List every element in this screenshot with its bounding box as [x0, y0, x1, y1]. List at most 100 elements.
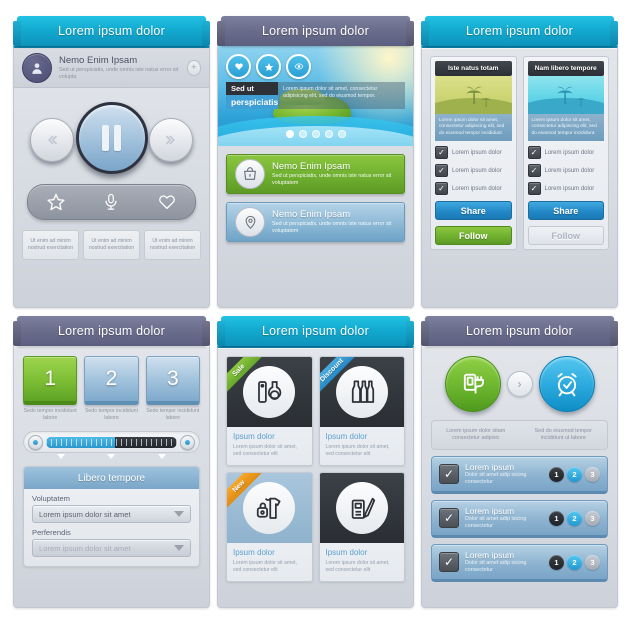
- user-row[interactable]: Nemo Enim Ipsam Sed ut perspiciatis, und…: [14, 48, 209, 88]
- list-item[interactable]: ✓ Lorem ipsum Dolor sit amet adip isicin…: [431, 456, 608, 494]
- notch-marker: [57, 454, 66, 459]
- checkbox-checked-icon[interactable]: ✓: [527, 164, 541, 178]
- number-option-2-selected[interactable]: 2: [567, 466, 582, 482]
- check-row[interactable]: ✓ Lorem ipsum dolor: [435, 182, 512, 196]
- number-option-2-selected[interactable]: 2: [567, 510, 582, 526]
- checkbox-checked-icon[interactable]: ✓: [435, 146, 448, 160]
- pause-button[interactable]: [75, 102, 148, 174]
- chevron-right-icon[interactable]: ›: [506, 371, 533, 397]
- slider-handle-left[interactable]: [28, 434, 43, 450]
- info-card-row: Ut enim ad minim nostrud exercitation Ut…: [22, 230, 201, 260]
- number-option-2-selected[interactable]: 2: [567, 554, 582, 570]
- microphone-icon[interactable]: [101, 192, 121, 212]
- number-option-1[interactable]: 1: [549, 510, 564, 526]
- follow-button[interactable]: Follow: [435, 226, 512, 246]
- step-number[interactable]: 3: [145, 356, 200, 405]
- step-item[interactable]: 1 Sedo tempor incididunt labore: [23, 356, 78, 422]
- panel-header-title: Lorem ipsum dolor: [421, 16, 618, 46]
- tile-body: Ipsum dolor Lorem ipsum dolor sit amet, …: [320, 427, 405, 465]
- chevron-down-icon[interactable]: [174, 511, 184, 517]
- share-button[interactable]: Share: [527, 201, 604, 221]
- star-icon[interactable]: [256, 54, 281, 79]
- alarm-clock-icon[interactable]: [538, 356, 595, 412]
- checkbox-checked-icon[interactable]: ✓: [435, 164, 448, 178]
- field-label-perferendis: Perferendis: [32, 528, 71, 537]
- previous-button[interactable]: [30, 118, 74, 162]
- tile-image: Discount: [319, 357, 404, 427]
- player-controls: [14, 94, 209, 182]
- info-card[interactable]: Ut enim ad minim nostrud exercitation: [22, 230, 79, 260]
- hero-icon-row: [226, 54, 311, 79]
- column-tab-label[interactable]: Iste natus totam: [435, 61, 512, 76]
- info-card[interactable]: Ut enim ad minim nostrud exercitation: [83, 230, 140, 260]
- check-label: Lorem ipsum dolor: [544, 149, 595, 156]
- column-tab-label[interactable]: Nam libero tempore: [527, 61, 604, 76]
- product-tile[interactable]: New Ipsum dolor Lorem ipsum dolor sit am…: [226, 472, 313, 582]
- step-number[interactable]: 1: [23, 356, 78, 405]
- hero-caption: Sed ut perspiciatis Lorem ipsum dolor si…: [226, 82, 405, 109]
- number-option-1[interactable]: 1: [549, 466, 564, 482]
- slider-dot[interactable]: [337, 130, 346, 138]
- checkbox-checked-icon[interactable]: ✓: [527, 146, 541, 160]
- next-button[interactable]: [149, 118, 193, 162]
- user-description: Sed ut perspiciatis, unde omnis iste nat…: [59, 66, 179, 80]
- tile-description: Lorem ipsum dolor sit amet, sed consecte…: [325, 444, 390, 457]
- checkbox-checked-icon[interactable]: ✓: [435, 182, 448, 196]
- promo-card-green[interactable]: Nemo Enim Ipsam Sed ut perspiciatis, und…: [226, 154, 405, 194]
- check-row[interactable]: ✓ Lorem ipsum dolor: [527, 164, 605, 178]
- number-option-3[interactable]: 3: [585, 554, 600, 570]
- list-item[interactable]: ✓ Lorem ipsum Dolor sit amet adip isicin…: [431, 544, 608, 582]
- product-tile[interactable]: Discount Ipsum dolor Lorem ipsum dolor s…: [318, 356, 405, 466]
- info-card[interactable]: Ut enim ad minim nostrud exercitation: [144, 230, 201, 260]
- slider-dot[interactable]: [311, 130, 320, 138]
- panel-body: Sed ut perspiciatis Lorem ipsum dolor si…: [217, 46, 414, 308]
- hero-caption-line2: perspiciatis: [226, 95, 278, 109]
- checkbox-checked-icon[interactable]: ✓: [439, 552, 459, 572]
- star-icon[interactable]: [46, 192, 66, 212]
- ui-kit-grid: Lorem ipsum dolor Nemo Enim Ipsam Sed ut…: [0, 0, 624, 626]
- number-option-1[interactable]: 1: [549, 554, 564, 570]
- check-row[interactable]: ✓ Lorem ipsum dolor: [435, 164, 512, 178]
- step-number[interactable]: 2: [84, 356, 139, 405]
- slider-track[interactable]: [46, 436, 177, 448]
- check-row[interactable]: ✓ Lorem ipsum dolor: [527, 146, 605, 160]
- select-voluptatem[interactable]: Lorem ipsum dolor sit amet: [32, 505, 191, 523]
- check-label: Lorem ipsum dolor: [544, 167, 595, 174]
- step-item[interactable]: 2 Sedo tempor incididunt labore: [84, 356, 139, 422]
- step-item[interactable]: 3 Sedo tempor incididunt labore: [145, 356, 200, 422]
- slider-dot-active[interactable]: [285, 130, 294, 138]
- info-card-label: Ut enim ad minim nostrud exercitation: [149, 238, 196, 251]
- check-row[interactable]: ✓ Lorem ipsum dolor: [527, 182, 605, 196]
- plug-device-icon[interactable]: [444, 356, 501, 412]
- slider-dot[interactable]: [324, 130, 333, 138]
- slider-dot[interactable]: [298, 130, 307, 138]
- promo-card-blue[interactable]: Nemo Enim Ipsam Sed ut perspiciatis, und…: [226, 202, 405, 242]
- list-item[interactable]: ✓ Lorem ipsum Dolor sit amet adip isicin…: [431, 500, 608, 538]
- add-user-button[interactable]: +: [186, 59, 201, 76]
- avatar: [22, 52, 52, 83]
- heart-icon[interactable]: [226, 54, 251, 79]
- checkbox-checked-icon[interactable]: ✓: [527, 182, 541, 196]
- hero-slide[interactable]: Sed ut perspiciatis Lorem ipsum dolor si…: [218, 46, 413, 146]
- panel-header-title: Lorem ipsum dolor: [421, 316, 618, 346]
- product-tile[interactable]: Sale Ipsum dolor Lorem ipsum dolor sit a…: [226, 356, 313, 466]
- compare-columns: Iste natus totam Lorem ipsum dolor sit a…: [422, 48, 617, 258]
- checkbox-checked-icon[interactable]: ✓: [439, 508, 459, 528]
- panel-checklist: Lorem ipsum dolor › Lorem ipsum dolor si…: [421, 316, 618, 608]
- notch-marker: [157, 454, 166, 459]
- tile-title: Ipsum dolor: [233, 432, 275, 441]
- product-tile[interactable]: Ipsum dolor Lorem ipsum dolor sit amet, …: [318, 472, 405, 582]
- range-slider[interactable]: [23, 431, 200, 453]
- step-row: 1 Sedo tempor incididunt labore 2 Sedo t…: [14, 346, 209, 422]
- checkbox-checked-icon[interactable]: ✓: [439, 464, 459, 484]
- number-option-3[interactable]: 3: [585, 510, 600, 526]
- heart-icon[interactable]: [157, 192, 177, 212]
- check-label: Lorem ipsum dolor: [544, 185, 595, 192]
- tile-body: Ipsum dolor Lorem ipsum dolor sit amet, …: [320, 543, 405, 581]
- number-option-3[interactable]: 3: [585, 466, 600, 482]
- check-row[interactable]: ✓ Lorem ipsum dolor: [435, 146, 512, 160]
- share-button[interactable]: Share: [435, 201, 512, 221]
- slider-handle-right[interactable]: [180, 434, 195, 450]
- panel-compare-columns: Lorem ipsum dolor Iste natus totam Lorem…: [421, 16, 618, 308]
- eye-icon[interactable]: [286, 54, 311, 79]
